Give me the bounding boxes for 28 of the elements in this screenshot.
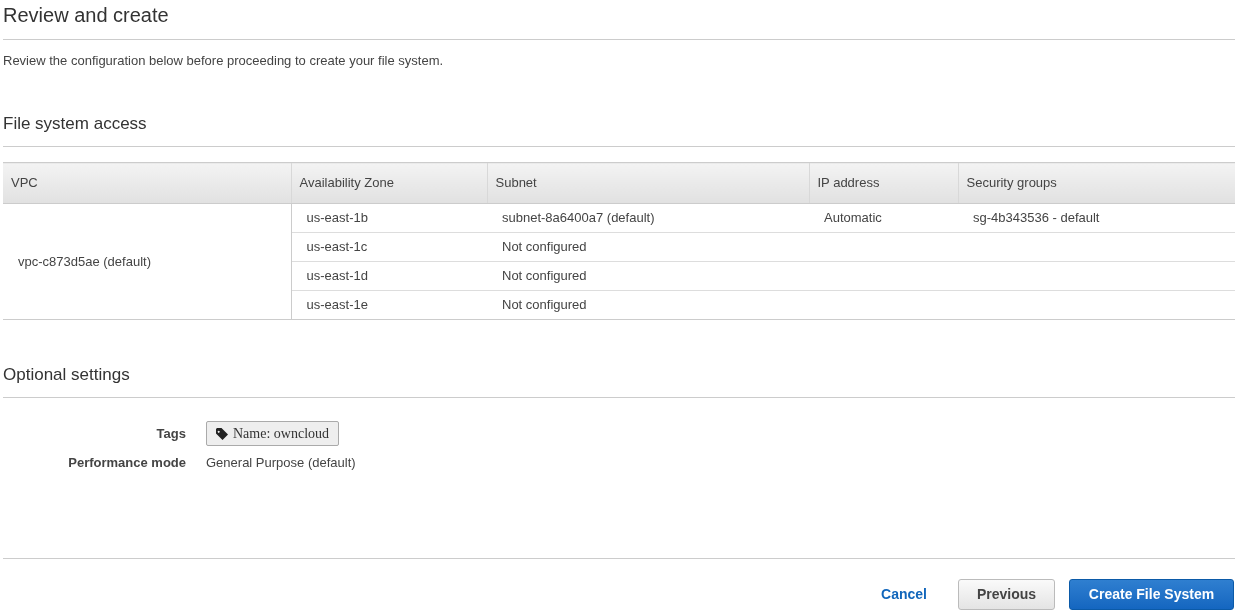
column-header: IP address [809, 162, 958, 204]
table-cell: Not configured [487, 232, 809, 262]
table-cell: Not configured [487, 290, 809, 320]
previous-button[interactable]: Previous [958, 578, 1055, 610]
table-cell: us-east-1d [291, 261, 487, 291]
create-button[interactable]: Create File System [1069, 578, 1234, 610]
column-header: VPC [3, 162, 291, 204]
column-header: Security groups [958, 162, 1235, 204]
section-heading: File system access [3, 114, 148, 134]
page-title: Review and create [3, 3, 170, 27]
column-header: Availability Zone [291, 162, 487, 204]
field-label: Performance mode [67, 454, 186, 472]
description-text: Review the configuration below before proceeding to create your file system. [3, 53, 445, 69]
table-cell: Automatic [809, 203, 958, 233]
section-heading: Optional settings [3, 365, 131, 385]
tag-icon [216, 427, 228, 440]
field-value: General Purpose (default) [206, 454, 357, 472]
cancel-link[interactable]: Cancel [881, 583, 927, 605]
field-label: Tags [155, 424, 186, 443]
table-cell: vpc-c873d5ae (default) [3, 203, 291, 320]
table-cell: Not configured [487, 261, 809, 291]
table-cell: us-east-1e [291, 290, 487, 320]
table-cell: subnet-8a6400a7 (default) [487, 203, 809, 233]
tag-chip: Name: owncloud [206, 421, 340, 446]
column-header: Subnet [487, 162, 809, 204]
table-cell: us-east-1c [291, 232, 487, 262]
table-cell: us-east-1b [291, 203, 487, 233]
table-cell: sg-4b343536 - default [958, 203, 1235, 233]
